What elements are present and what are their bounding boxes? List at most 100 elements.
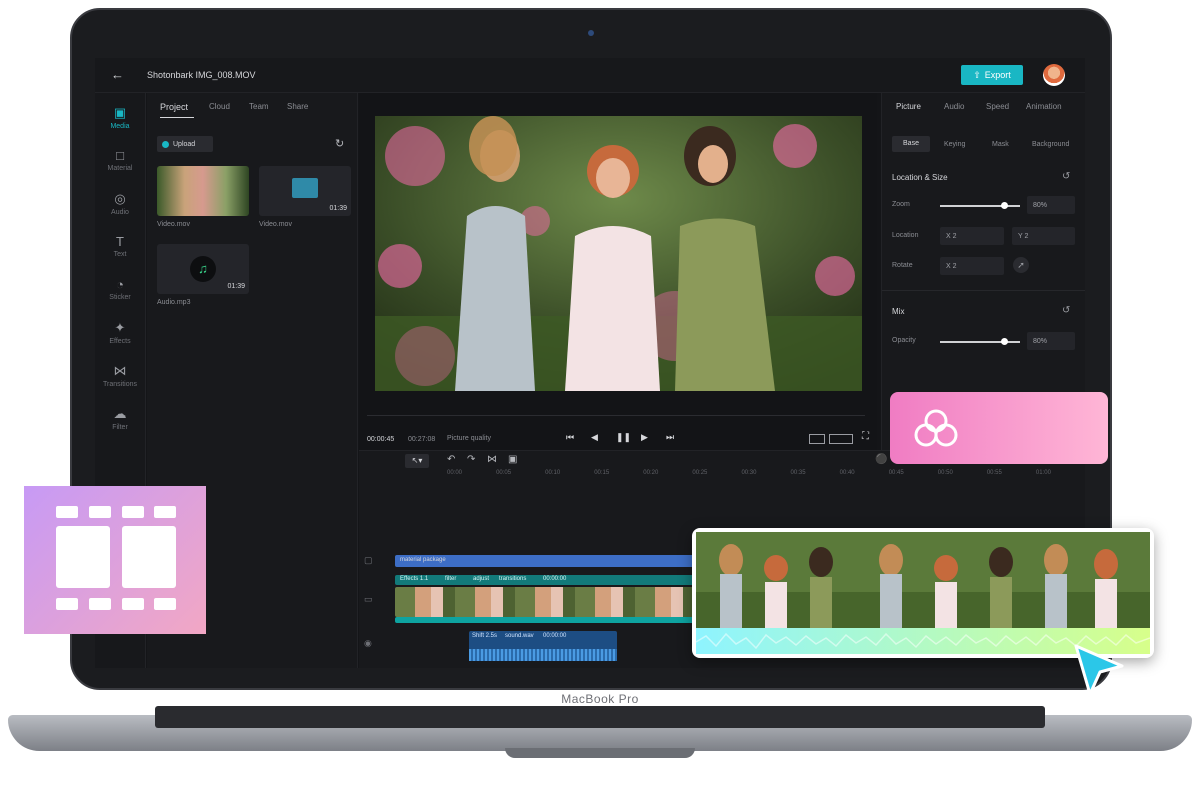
video-preview[interactable] [375, 116, 862, 391]
select-tool-icon[interactable]: ↖▾ [405, 454, 429, 468]
shift-chip: Shift 2.5s [472, 633, 498, 639]
tab-animation[interactable]: Animation [1026, 102, 1062, 111]
ruler-tick-label: 00:25 [692, 470, 708, 476]
picture-quality-dropdown[interactable]: Picture quality [447, 435, 491, 442]
subtab-keying[interactable]: Keying [944, 141, 965, 148]
sidebar-item-effects[interactable]: ✦ Effects [95, 320, 145, 345]
sidebar-item-filter[interactable]: ☁ Filter [95, 406, 145, 431]
ruler-tick-label: 00:45 [888, 470, 904, 476]
timeline-ruler[interactable]: 00:00 00:05 00:10 00:15 00:20 00:25 00:30 00:35… [447, 470, 1085, 482]
fullscreen-icon[interactable]: ⛶ [862, 431, 869, 442]
file-title: Shotonbark IMG_008.MOV [147, 70, 256, 80]
media-thumbnail-audio[interactable]: ♫ 01:39 [157, 244, 249, 294]
export-label: Export [984, 70, 1011, 80]
export-button[interactable]: ⇧ Export [961, 65, 1023, 85]
tab-cloud[interactable]: Cloud [209, 102, 230, 111]
media-filename: Audio.mp3 [157, 299, 191, 306]
location-y-field[interactable]: Y 2 [1012, 227, 1075, 245]
media-thumbnail-video-2[interactable]: 01:39 [259, 166, 351, 216]
location-label: Location [892, 232, 919, 239]
video-frame-image [375, 116, 862, 391]
track-audio-icon[interactable]: ◉ [364, 638, 372, 649]
microphone-icon[interactable]: ⚫ [875, 454, 887, 465]
ruler-tick-label: 00:50 [937, 470, 953, 476]
cloud-storage-card [890, 392, 1108, 464]
material-icon: □ [116, 148, 124, 163]
zoom-slider[interactable] [940, 205, 1020, 207]
media-thumbnail-video-1[interactable] [157, 166, 249, 216]
sound-chip: sound.wav [505, 633, 534, 639]
film-strip-icon [56, 506, 176, 610]
skip-back-icon[interactable]: ⏮ [566, 432, 574, 443]
refresh-icon[interactable]: ↻ [335, 137, 344, 150]
film-icon-card [24, 486, 206, 634]
rotate-field[interactable]: X 2 [940, 257, 1004, 275]
delete-icon[interactable]: ▣ [508, 454, 517, 465]
pause-icon[interactable]: ❚❚ [616, 432, 631, 443]
zoom-slider-handle[interactable] [1001, 202, 1008, 209]
tab-project[interactable]: Project [160, 102, 188, 112]
video-clip[interactable] [395, 587, 695, 617]
clip-label: material package [400, 557, 446, 563]
top-bar: ← Shotonbark IMG_008.MOV ⇧ Export [95, 58, 1085, 93]
track-video-icon[interactable]: ▭ [364, 594, 373, 605]
opacity-slider[interactable] [940, 341, 1020, 343]
filter-chip: filter [445, 576, 457, 582]
sidebar-item-text[interactable]: T Text [95, 234, 145, 258]
mix-reset-icon[interactable]: ↺ [1062, 305, 1070, 316]
avatar[interactable] [1043, 64, 1065, 86]
location-x-field[interactable]: X 2 [940, 227, 1004, 245]
opacity-value-field[interactable]: 80% [1027, 332, 1075, 350]
mouse-pointer-icon [1074, 644, 1124, 696]
tab-speed[interactable]: Speed [986, 102, 1009, 111]
tab-picture[interactable]: Picture [896, 102, 921, 111]
audio-icon: ◎ [114, 191, 126, 206]
location-size-title: Location & Size [892, 173, 948, 182]
media-filename: Video.mov [157, 221, 190, 228]
skip-forward-icon[interactable]: ⏭ [666, 432, 674, 443]
subtab-base[interactable]: Base [892, 136, 930, 152]
subtab-mask[interactable]: Mask [992, 141, 1009, 148]
section-divider [882, 290, 1085, 291]
sidebar-item-audio[interactable]: ◎ Audio [95, 191, 145, 216]
sidebar-item-media[interactable]: ▣ Media [95, 105, 145, 130]
media-filename: Video.mov [259, 221, 292, 228]
upload-button[interactable]: Upload [157, 136, 213, 152]
back-arrow-icon[interactable]: ← [111, 67, 124, 82]
sidebar-item-material[interactable]: □ Material [95, 148, 145, 172]
tab-team[interactable]: Team [249, 102, 269, 111]
reset-icon[interactable]: ↺ [1062, 171, 1070, 182]
split-icon[interactable]: ⋈ [487, 454, 497, 465]
track-lock-icon[interactable]: ▢ [364, 555, 373, 566]
sidebar-item-transitions[interactable]: ⋈ Transitions [95, 363, 145, 388]
sidebar-item-sticker[interactable]: ◔ Sticker [95, 277, 145, 301]
audio-clip[interactable]: Shift 2.5s sound.wav 00:00:00 [469, 631, 617, 661]
upload-dot-icon [162, 140, 169, 148]
opacity-slider-handle[interactable] [1001, 338, 1008, 345]
ruler-tick-label: 00:00 [447, 470, 463, 476]
video-file-icon [292, 178, 318, 198]
video-clip-audio-wave [395, 617, 695, 623]
music-note-icon: ♫ [190, 256, 216, 282]
step-forward-icon[interactable]: ▶ [641, 432, 648, 443]
subtab-background[interactable]: Background [1032, 141, 1069, 148]
active-tab-underline [160, 117, 194, 118]
filter-icon: ☁ [113, 406, 127, 421]
media-icon: ▣ [113, 105, 127, 120]
ruler-tick-label: 00:55 [986, 470, 1002, 476]
zoom-value-field[interactable]: 80% [1027, 196, 1075, 214]
aspect-ratio-icon[interactable] [809, 434, 825, 444]
timecode-chip: 00:00:00 [543, 576, 567, 582]
redo-icon[interactable]: ↷ [467, 454, 475, 465]
opacity-label: Opacity [892, 337, 916, 344]
zoom-label: Zoom [892, 201, 910, 208]
media-duration: 01:39 [227, 283, 245, 290]
display-mode-icon[interactable] [829, 434, 853, 444]
scrub-track[interactable] [367, 415, 865, 416]
tab-share[interactable]: Share [287, 102, 308, 111]
effects-chip: Effects 1.1 [400, 576, 429, 582]
tab-audio[interactable]: Audio [944, 102, 964, 111]
undo-icon[interactable]: ↶ [447, 454, 455, 465]
step-back-icon[interactable]: ◀ [591, 432, 598, 443]
rotate-dial-icon[interactable]: ➚ [1013, 257, 1029, 273]
